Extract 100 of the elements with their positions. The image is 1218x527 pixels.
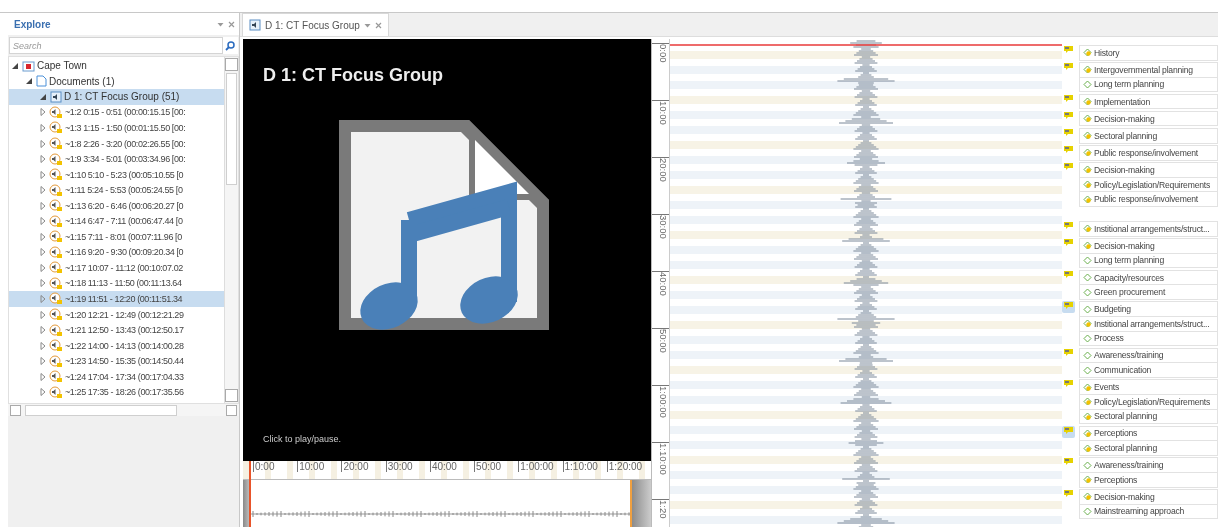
tree-item[interactable]: ~1:8 2:26 - 3:20 (00:02:26.55 [00: — [9, 135, 224, 152]
tree-item[interactable]: ~1:25 17:35 - 18:26 (00:17:35.56 — [9, 384, 224, 401]
audio-quote-icon — [49, 245, 63, 259]
audio-quote-icon — [49, 199, 63, 213]
code-label[interactable]: Intergovernmental planning — [1079, 62, 1218, 78]
quotation-icon — [1064, 94, 1073, 102]
audio-quote-icon — [49, 183, 63, 197]
tree-item[interactable]: ~1:2 0:15 - 0:51 (00:00:15.15 [00: — [9, 104, 224, 121]
close-icon[interactable] — [374, 21, 382, 29]
tree-item[interactable]: ~1:11 5:24 - 5:53 (00:05:24.55 [0 — [9, 182, 224, 198]
quotation-icon — [1064, 380, 1073, 388]
code-label[interactable]: Capacity/resources — [1079, 269, 1218, 286]
document-icon — [36, 75, 47, 88]
audio-document-icon — [249, 19, 261, 31]
media-title: D 1: CT Focus Group — [263, 65, 444, 86]
tree-item[interactable]: ~1:19 11:51 - 12:20 (00:11:51.34 — [9, 291, 224, 307]
close-icon[interactable] — [228, 20, 235, 28]
tree-item[interactable]: ~1:16 9:20 - 9:30 (00:09:20.34 [0 — [9, 244, 224, 261]
code-label[interactable]: Awareness/training — [1079, 457, 1218, 473]
dropdown-icon[interactable] — [217, 20, 224, 28]
tree-item[interactable]: ~1:21 12:50 - 13:43 (00:12:50.17 — [9, 322, 224, 338]
code-icon — [1083, 382, 1092, 392]
tree-item[interactable]: ~1:18 11:13 - 11:50 (00:11:13.64 — [9, 275, 224, 292]
code-icon — [1083, 492, 1092, 502]
quotation-marker[interactable] — [1062, 425, 1075, 438]
quotation-icon — [1064, 458, 1073, 466]
code-label[interactable]: Institional arrangements/struct... — [1079, 317, 1218, 332]
code-label[interactable]: Awareness/training — [1079, 347, 1218, 364]
code-icon — [1083, 180, 1092, 190]
code-label[interactable]: Process — [1079, 331, 1218, 347]
code-label[interactable]: Public response/involvement — [1079, 145, 1218, 161]
document-tab[interactable]: D 1: CT Focus Group — [242, 13, 389, 36]
code-icon — [1083, 475, 1092, 485]
vertical-scrollbar[interactable] — [224, 57, 238, 403]
code-label[interactable]: Public response/involvement — [1079, 192, 1218, 207]
audio-quote-icon — [49, 105, 63, 119]
audio-quote-icon — [49, 308, 63, 321]
code-label[interactable]: Budgeting — [1079, 301, 1218, 317]
code-label[interactable]: Perceptions — [1079, 472, 1218, 488]
code-label[interactable]: Long term planning — [1079, 77, 1218, 93]
quotation-icon — [1064, 221, 1073, 229]
tree-item[interactable]: ~1:17 10:07 - 11:12 (00:10:07.02 — [9, 260, 224, 276]
code-label[interactable]: Sectoral planning — [1079, 127, 1218, 144]
audio-document-icon — [50, 90, 62, 103]
code-label[interactable]: Communication — [1079, 363, 1218, 378]
quotation-marker[interactable] — [1062, 301, 1075, 314]
quotation-icon — [1064, 270, 1073, 278]
audio-quote-icon — [49, 168, 63, 182]
audio-quote-icon — [49, 152, 63, 166]
code-label[interactable]: Sectoral planning — [1079, 441, 1218, 456]
code-label[interactable]: Perceptions — [1079, 425, 1218, 442]
search-field[interactable]: Search — [9, 37, 223, 54]
quotation-icon — [1064, 490, 1073, 498]
dropdown-icon[interactable] — [363, 21, 371, 29]
tree-item[interactable]: ~1:23 14:50 - 15:35 (00:14:50.44 — [9, 353, 224, 369]
audio-quote-icon — [49, 214, 63, 228]
code-label[interactable]: Long term planning — [1079, 253, 1218, 269]
code-label[interactable]: Implementation — [1079, 93, 1218, 110]
code-label[interactable]: Decision-making — [1079, 489, 1218, 505]
code-label[interactable]: Decision-making — [1079, 162, 1218, 178]
code-label[interactable]: Decision-making — [1079, 238, 1218, 254]
code-label[interactable]: Green procurement — [1079, 285, 1218, 300]
quotation-icon — [1064, 111, 1073, 119]
tree-item[interactable]: ~1:20 12:21 - 12:49 (00:12:21.29 — [9, 306, 224, 323]
code-label[interactable]: Mainstreaming approach — [1079, 504, 1218, 520]
media-player[interactable]: D 1: CT Focus Group Click to play/pause. — [243, 39, 651, 461]
tree-item[interactable]: Cape Town — [9, 58, 224, 74]
code-label[interactable]: Events — [1079, 379, 1218, 395]
audio-quote-icon — [49, 230, 63, 244]
tree-item[interactable]: ~1:3 1:15 - 1:50 (00:01:15.50 [00: — [9, 120, 224, 136]
quotation-icon — [1064, 63, 1073, 71]
play-hint: Click to play/pause. — [263, 434, 343, 444]
tree-item[interactable]: Documents (1) — [9, 73, 224, 90]
audio-quote-icon — [49, 385, 63, 399]
tree-item[interactable]: ~1:10 5:10 - 5:23 (00:05:10.55 [0 — [9, 166, 224, 183]
code-icon — [1083, 97, 1092, 107]
audio-quote-icon — [49, 370, 63, 384]
quotation-icon — [1064, 46, 1073, 53]
code-label[interactable]: History — [1079, 45, 1218, 61]
waveform-overview[interactable] — [243, 480, 651, 527]
code-label[interactable]: Decision-making — [1079, 110, 1218, 127]
tree-item[interactable]: ~1:24 17:04 - 17:34 (00:17:04.33 — [9, 368, 224, 385]
quotation-icon — [1064, 146, 1073, 154]
tree-item[interactable]: ~1:9 3:34 - 5:01 (00:03:34.96 [00: — [9, 151, 224, 167]
code-label[interactable]: Sectoral planning — [1079, 409, 1218, 425]
code-icon — [1083, 131, 1092, 141]
tree-item[interactable]: ~1:22 14:00 - 14:13 (00:14:00.28 — [9, 337, 224, 354]
audio-quote-icon — [49, 261, 63, 275]
tree-item[interactable]: ~1:13 6:20 - 6:46 (00:06:20.27 [0 — [9, 197, 224, 214]
tree-item[interactable]: ~1:14 6:47 - 7:11 (00:06:47.44 [0 — [9, 213, 224, 229]
tree-item[interactable]: ~1:15 7:11 - 8:01 (00:07:11.96 [0 — [9, 229, 224, 245]
code-label[interactable]: Institional arrangements/struct... — [1079, 220, 1218, 237]
audio-quote-icon — [49, 354, 63, 368]
code-icon — [1083, 165, 1092, 175]
search-icon[interactable] — [225, 40, 235, 51]
audio-quote-icon — [49, 339, 63, 353]
code-label[interactable]: Policy/Legislation/Requirements — [1079, 177, 1218, 193]
horizontal-scrollbar[interactable] — [8, 404, 239, 416]
code-label[interactable]: Policy/Legislation/Requirements — [1079, 394, 1218, 410]
tree-item[interactable]: D 1: CT Focus Group (51) — [9, 89, 224, 105]
